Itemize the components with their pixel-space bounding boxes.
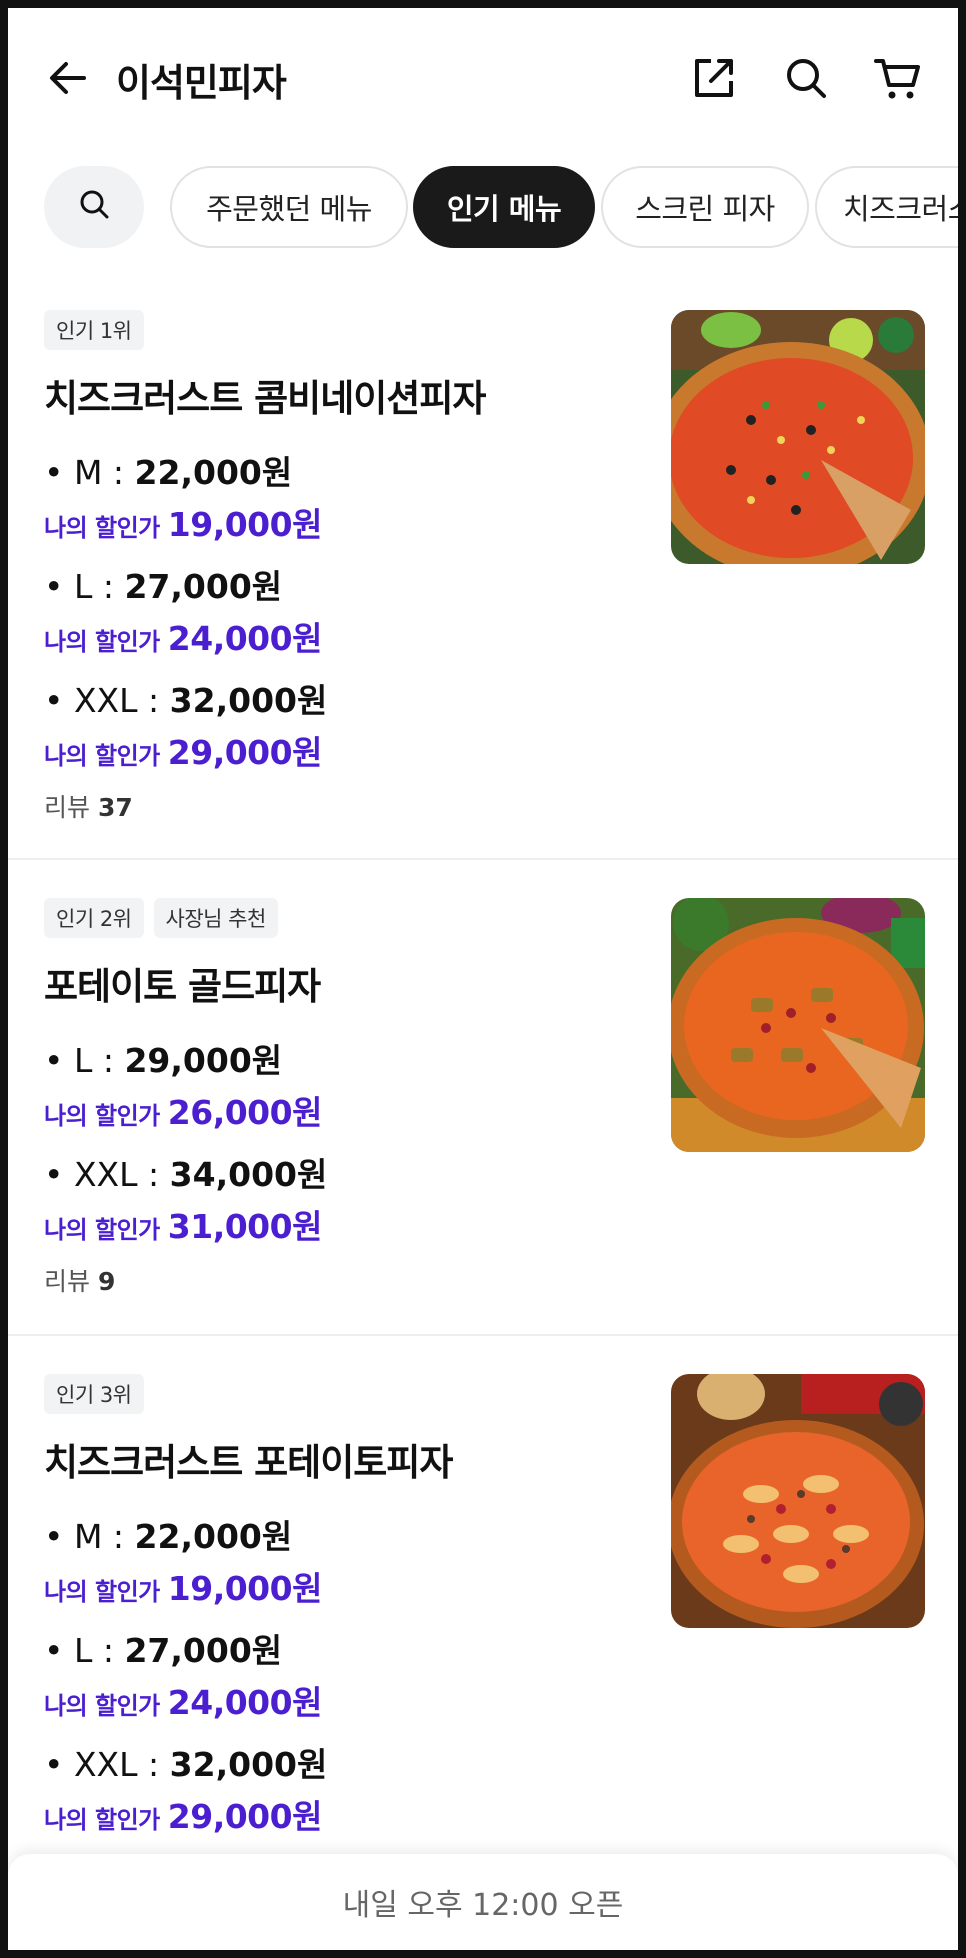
discount-row: 나의 할인가 31,000원 — [44, 1200, 322, 1248]
menu-item-image — [671, 898, 925, 1152]
search-icon[interactable] — [776, 48, 836, 108]
rank-badge: 인기 3위 — [44, 1374, 144, 1414]
review-label: 리뷰 — [44, 1267, 91, 1296]
discount-price: 29,000원 — [167, 1797, 323, 1836]
review-label: 리뷰 — [44, 793, 91, 822]
app-screen: 이석민피자 주문했던 메뉴 인기 메뉴 스크린 피자 치즈크러스 인기 1위 치… — [8, 8, 958, 1950]
share-icon[interactable] — [684, 48, 744, 108]
discount-label: 나의 할인가 — [44, 628, 160, 656]
discount-row: 나의 할인가 29,000원 — [44, 726, 322, 774]
review-count: 리뷰 9 — [44, 1262, 115, 1298]
badge-group: 인기 1위 — [44, 310, 144, 350]
price-row: • M : 22,000원 — [44, 1510, 292, 1558]
discount-price: 31,000원 — [167, 1207, 323, 1246]
store-status-bar: 내일 오후 12:00 오픈 — [8, 1854, 958, 1950]
top-bar: 이석민피자 — [8, 8, 958, 148]
divider — [8, 858, 958, 860]
price-row: • M : 22,000원 — [44, 446, 292, 494]
menu-item[interactable]: 인기 3위 치즈크러스트 포테이토피자 • M : 22,000원 나의 할인가… — [8, 1374, 958, 1854]
price-value: 22,000원 — [134, 453, 293, 492]
discount-row: 나의 할인가 24,000원 — [44, 1676, 322, 1724]
chip-screen-pizza[interactable]: 스크린 피자 — [601, 166, 809, 248]
price-value: 34,000원 — [169, 1155, 328, 1194]
discount-row: 나의 할인가 26,000원 — [44, 1086, 322, 1134]
price-value: 29,000원 — [124, 1041, 283, 1080]
store-title: 이석민피자 — [116, 61, 287, 105]
discount-price: 19,000원 — [167, 1569, 323, 1608]
menu-item-image — [671, 1374, 925, 1628]
chip-search-button[interactable] — [44, 166, 144, 248]
price-value: 22,000원 — [134, 1517, 293, 1556]
badge-group: 인기 2위 사장님 추천 — [44, 898, 278, 938]
discount-label: 나의 할인가 — [44, 1806, 160, 1834]
menu-item-image — [671, 310, 925, 564]
size-label: • XXL : — [44, 1745, 170, 1784]
discount-label: 나의 할인가 — [44, 1692, 160, 1720]
discount-price: 24,000원 — [167, 1683, 323, 1722]
price-row: • XXL : 32,000원 — [44, 674, 327, 722]
price-row: • L : 27,000원 — [44, 1624, 282, 1672]
discount-row: 나의 할인가 29,000원 — [44, 1790, 322, 1838]
price-row: • L : 27,000원 — [44, 560, 282, 608]
discount-row: 나의 할인가 24,000원 — [44, 612, 322, 660]
size-label: • L : — [44, 1041, 125, 1080]
size-label: • L : — [44, 1631, 125, 1670]
discount-label: 나의 할인가 — [44, 1578, 160, 1606]
review-number: 37 — [97, 793, 133, 822]
size-label: • XXL : — [44, 1155, 170, 1194]
badge-group: 인기 3위 — [44, 1374, 144, 1414]
back-arrow-icon[interactable] — [38, 48, 98, 108]
size-label: • M : — [44, 1517, 135, 1556]
discount-row: 나의 할인가 19,000원 — [44, 1562, 322, 1610]
chip-popular-menu[interactable]: 인기 메뉴 — [413, 166, 595, 248]
menu-item[interactable]: 인기 1위 치즈크러스트 콤비네이션피자 • M : 22,000원 나의 할인… — [8, 310, 958, 850]
menu-item-name: 치즈크러스트 포테이토피자 — [44, 1441, 453, 1484]
discount-price: 24,000원 — [167, 619, 323, 658]
search-icon — [78, 188, 110, 227]
discount-price: 26,000원 — [167, 1093, 323, 1132]
price-row: • L : 29,000원 — [44, 1034, 282, 1082]
discount-price: 29,000원 — [167, 733, 323, 772]
chip-cheese-crust[interactable]: 치즈크러스 — [815, 166, 958, 248]
size-label: • M : — [44, 453, 135, 492]
rank-badge: 인기 1위 — [44, 310, 144, 350]
category-chips: 주문했던 메뉴 인기 메뉴 스크린 피자 치즈크러스 — [8, 166, 958, 254]
review-number: 9 — [97, 1267, 116, 1296]
cart-icon[interactable] — [868, 48, 928, 108]
price-row: • XXL : 32,000원 — [44, 1738, 327, 1786]
size-label: • XXL : — [44, 681, 170, 720]
divider — [8, 1334, 958, 1336]
discount-label: 나의 할인가 — [44, 1102, 160, 1130]
menu-item-name: 치즈크러스트 콤비네이션피자 — [44, 377, 486, 420]
opening-time-label: 내일 오후 12:00 오픈 — [342, 1888, 624, 1923]
price-row: • XXL : 34,000원 — [44, 1148, 327, 1196]
price-value: 27,000원 — [124, 1631, 283, 1670]
discount-label: 나의 할인가 — [44, 742, 160, 770]
discount-price: 19,000원 — [167, 505, 323, 544]
discount-row: 나의 할인가 19,000원 — [44, 498, 322, 546]
discount-label: 나의 할인가 — [44, 514, 160, 542]
price-value: 32,000원 — [169, 681, 328, 720]
menu-item-name: 포테이토 골드피자 — [44, 965, 321, 1008]
menu-item[interactable]: 인기 2위 사장님 추천 포테이토 골드피자 • L : 29,000원 나의 … — [8, 898, 958, 1338]
price-value: 32,000원 — [169, 1745, 328, 1784]
size-label: • L : — [44, 567, 125, 606]
chip-ordered-menu[interactable]: 주문했던 메뉴 — [170, 166, 408, 248]
price-value: 27,000원 — [124, 567, 283, 606]
review-count: 리뷰 37 — [44, 788, 133, 824]
rank-badge: 인기 2위 — [44, 898, 144, 938]
owner-pick-badge: 사장님 추천 — [153, 898, 278, 938]
discount-label: 나의 할인가 — [44, 1216, 160, 1244]
